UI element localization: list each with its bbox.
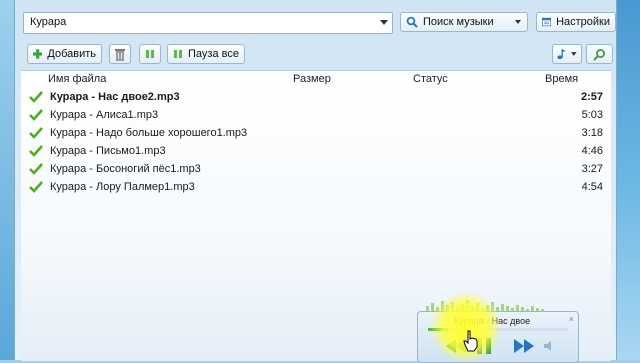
equalizer-visualizer xyxy=(426,300,544,312)
settings-button[interactable]: Настройки xyxy=(536,12,616,32)
table-body: Курара - Нас двое2.mp3 2:57 Курара - Али… xyxy=(21,88,611,196)
pause-all-label: Пауза все xyxy=(188,48,239,60)
table-row[interactable]: Курара - Босоногий пёс1.mp3 3:27 xyxy=(21,160,611,178)
magnifier-icon xyxy=(593,48,605,61)
add-button[interactable]: Добавить xyxy=(27,44,102,64)
file-time: 3:27 xyxy=(581,163,603,175)
player-controls xyxy=(446,338,551,354)
table-row[interactable]: Курара - Надо больше хорошего1.mp3 3:18 xyxy=(21,124,611,142)
next-icon[interactable] xyxy=(514,339,534,353)
add-label: Добавить xyxy=(47,48,96,60)
check-icon xyxy=(29,145,43,157)
table-row[interactable]: Курара - Письмо1.mp3 4:46 xyxy=(21,142,611,160)
column-header-time[interactable]: Время xyxy=(545,73,578,85)
file-time: 4:46 xyxy=(581,145,603,157)
settings-icon xyxy=(542,17,552,27)
check-icon xyxy=(29,91,43,103)
close-icon[interactable]: × xyxy=(569,314,574,324)
search-combobox[interactable] xyxy=(23,12,393,34)
table-row[interactable]: Курара - Лору Палмер1.mp3 4:54 xyxy=(21,178,611,196)
search-input[interactable] xyxy=(24,13,376,31)
top-toolbar: Поиск музыки Настройки xyxy=(23,12,616,34)
action-toolbar: Добавить Пауза все xyxy=(23,44,613,66)
column-header-size[interactable]: Размер xyxy=(293,73,331,85)
chevron-down-icon xyxy=(571,52,577,56)
column-header-status[interactable]: Статус xyxy=(413,73,448,85)
file-name: Курара - Босоногий пёс1.mp3 xyxy=(50,163,201,175)
file-time: 4:54 xyxy=(581,181,603,193)
pause-icon xyxy=(174,50,182,58)
mini-player: Курара - Нас двое × xyxy=(417,311,579,363)
file-time: 2:57 xyxy=(580,91,603,103)
file-time: 3:18 xyxy=(581,127,603,139)
pause-all-button[interactable]: Пауза все xyxy=(167,44,245,64)
table-header: Имя файла Размер Статус Время xyxy=(21,71,611,87)
delete-button[interactable] xyxy=(109,44,131,64)
mini-player-progress[interactable] xyxy=(428,328,568,331)
plus-icon xyxy=(33,49,43,59)
music-menu-button[interactable] xyxy=(552,44,582,64)
check-icon xyxy=(29,163,43,175)
column-header-filename[interactable]: Имя файла xyxy=(48,73,106,85)
hand-cursor-icon xyxy=(463,330,478,352)
mini-player-title: Курара - Нас двое xyxy=(454,316,531,326)
pause-icon[interactable] xyxy=(477,338,491,354)
progress-fill xyxy=(428,328,449,331)
file-name: Курара - Письмо1.mp3 xyxy=(50,145,166,157)
file-name: Курара - Надо больше хорошего1.mp3 xyxy=(50,127,248,139)
table-row[interactable]: Курара - Алиса1.mp3 5:03 xyxy=(21,106,611,124)
check-icon xyxy=(29,181,43,193)
pause-button[interactable] xyxy=(139,44,161,64)
chevron-down-icon xyxy=(515,20,521,24)
search-music-label: Поиск музыки xyxy=(423,16,494,28)
search-music-button[interactable]: Поиск музыки xyxy=(400,12,528,32)
desktop-background xyxy=(614,0,640,360)
search-icon xyxy=(406,16,418,28)
music-note-icon xyxy=(557,49,566,60)
check-icon xyxy=(29,109,43,121)
file-name: Курара - Алиса1.mp3 xyxy=(50,109,159,121)
settings-label: Настройки xyxy=(556,16,610,28)
file-time: 5:03 xyxy=(581,109,603,121)
table-row[interactable]: Курара - Нас двое2.mp3 2:57 xyxy=(21,88,611,106)
chevron-down-icon[interactable] xyxy=(380,20,388,25)
file-name: Курара - Лору Палмер1.mp3 xyxy=(50,181,195,193)
find-button[interactable] xyxy=(586,44,613,64)
volume-icon[interactable] xyxy=(544,341,551,351)
pause-icon xyxy=(146,50,154,58)
check-icon xyxy=(29,127,43,139)
file-name: Курара - Нас двое2.mp3 xyxy=(50,91,180,103)
trash-icon xyxy=(115,49,125,61)
